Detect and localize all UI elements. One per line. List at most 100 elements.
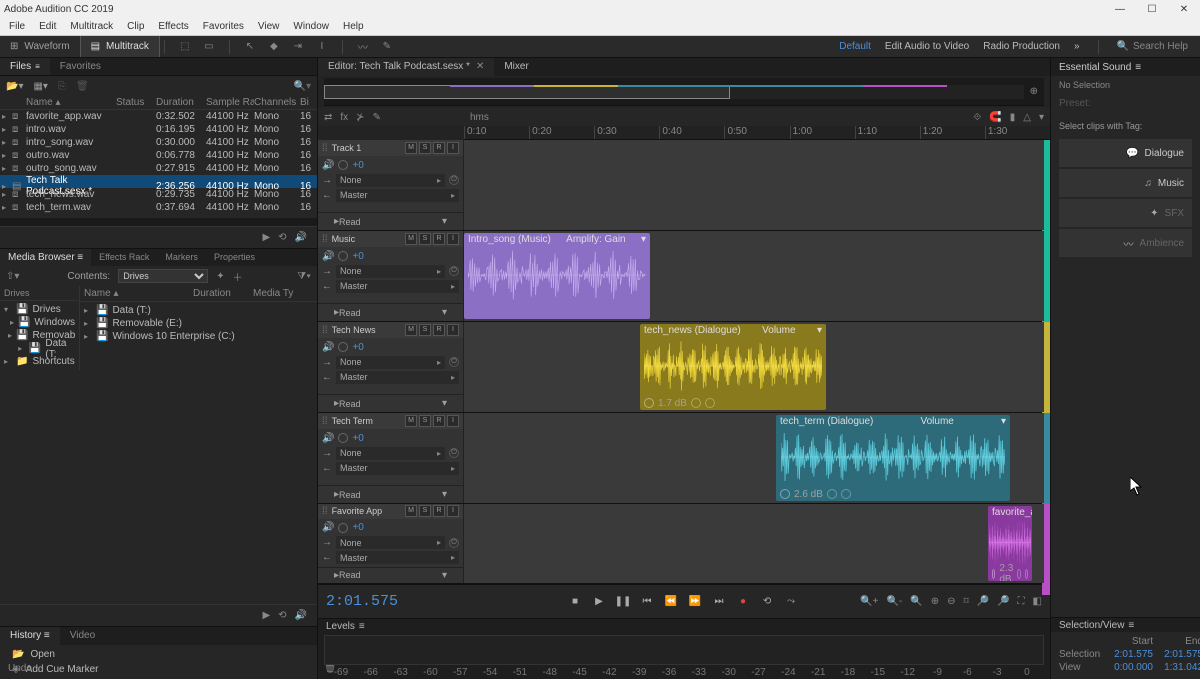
- env-icon[interactable]: ✎: [373, 112, 381, 123]
- go-start-button[interactable]: ⏮: [640, 595, 654, 609]
- menu-favorites[interactable]: Favorites: [196, 21, 251, 32]
- monitor-button[interactable]: I: [447, 142, 459, 154]
- track-name[interactable]: Music: [332, 234, 356, 244]
- track-grip-icon[interactable]: ⁞⁞: [322, 506, 328, 517]
- files-scrollbar[interactable]: [0, 218, 317, 226]
- col-rate[interactable]: Sample Rate: [206, 97, 254, 108]
- tag-dialogue[interactable]: 💬Dialogue: [1059, 139, 1192, 167]
- file-row[interactable]: ▸ ⧈ intro.wav 0:16.195 44100 Hz Mono 16: [0, 123, 317, 136]
- zoom-in-time-icon[interactable]: 🔍+: [860, 596, 878, 607]
- fx-icon[interactable]: fx: [340, 112, 348, 123]
- automation-mode-select[interactable]: Read: [339, 570, 442, 580]
- timecode[interactable]: 2:01.575: [326, 593, 398, 610]
- volume-knob[interactable]: [338, 523, 348, 533]
- autoplay-icon[interactable]: 🔊: [295, 610, 307, 621]
- monitor-button[interactable]: I: [447, 415, 459, 427]
- fx-select[interactable]: None▸: [336, 174, 445, 187]
- tree-shortcuts[interactable]: ▸📁Shortcuts: [4, 355, 75, 368]
- move-tool-icon[interactable]: ↖: [242, 39, 258, 55]
- send-icon[interactable]: ⊁: [356, 112, 364, 123]
- close-file-icon[interactable]: 🗑: [76, 81, 89, 92]
- tool-rectangle-icon[interactable]: ▭: [201, 39, 217, 55]
- metronome-icon[interactable]: △: [1023, 112, 1031, 123]
- menu-file[interactable]: File: [2, 21, 32, 32]
- loop-preview-icon[interactable]: ⟲: [278, 610, 286, 621]
- col-channels[interactable]: Channels: [254, 97, 300, 108]
- automation-mode-select[interactable]: Read: [339, 308, 442, 318]
- menu-clip[interactable]: Clip: [120, 21, 151, 32]
- tag-music[interactable]: ♫Music: [1059, 169, 1192, 197]
- clip-fx-icon[interactable]: [691, 398, 701, 408]
- col-name[interactable]: Name ▴: [84, 288, 193, 299]
- fx-power-icon[interactable]: ⏻: [449, 538, 459, 548]
- loop-preview-icon[interactable]: ⟲: [278, 232, 286, 243]
- track-lane[interactable]: [464, 140, 1044, 230]
- volume-value[interactable]: +0: [352, 251, 363, 262]
- minimize-button[interactable]: —: [1108, 4, 1132, 15]
- volume-knob[interactable]: [338, 342, 348, 352]
- clip-speech-icon[interactable]: [705, 398, 715, 408]
- selection-end[interactable]: 2:01.575: [1153, 649, 1200, 662]
- tab-media-browser[interactable]: Media Browser ≡: [0, 249, 91, 266]
- track-name[interactable]: Track 1: [332, 143, 362, 153]
- tree-drives[interactable]: ▾💾Drives: [4, 303, 75, 316]
- levels-meter[interactable]: [324, 635, 1044, 665]
- razor-tool-icon[interactable]: ◆: [266, 39, 282, 55]
- history-item[interactable]: 📂Open: [0, 647, 317, 662]
- file-row[interactable]: ▸ ▤ Tech Talk Podcast.sesx * 2:36.256 44…: [0, 175, 317, 188]
- panel-menu-icon[interactable]: ≡: [359, 621, 365, 632]
- overview-strip[interactable]: ⊕: [324, 78, 1044, 106]
- ruler-dropdown-icon[interactable]: ▾: [1039, 112, 1044, 123]
- fx-power-icon[interactable]: ⏻: [449, 175, 459, 185]
- workspace-more-icon[interactable]: »: [1074, 41, 1080, 52]
- zoom-sel-icon[interactable]: ⌑: [964, 596, 969, 607]
- record-arm-button[interactable]: R: [433, 505, 445, 517]
- track-name[interactable]: Tech Term: [332, 416, 373, 426]
- volume-value[interactable]: +0: [352, 433, 363, 444]
- add-icon[interactable]: ＋: [233, 269, 243, 284]
- audio-clip[interactable]: tech_term (Dialogue)Volume ▾ 2.6 dB: [776, 415, 1010, 501]
- snap-toggle-icon[interactable]: 🧲: [989, 112, 1001, 123]
- tab-files[interactable]: Files≡: [0, 58, 50, 75]
- mute-button[interactable]: M: [405, 505, 417, 517]
- filter-icon[interactable]: 🔍▾: [294, 81, 311, 92]
- search-help[interactable]: 🔍 Search Help: [1117, 41, 1188, 52]
- file-row[interactable]: ▸ ⧈ tech_term.wav 0:37.694 44100 Hz Mono…: [0, 201, 317, 214]
- tag-sfx[interactable]: ✦SFX: [1059, 199, 1192, 227]
- playhead-icon[interactable]: ▮: [1010, 112, 1016, 123]
- volume-value[interactable]: +0: [352, 160, 363, 171]
- expand-arrow-icon[interactable]: ▸: [2, 112, 12, 121]
- fx-power-icon[interactable]: ⏻: [449, 448, 459, 458]
- filter-funnel-icon[interactable]: ⧩▾: [297, 271, 311, 282]
- col-mediatype[interactable]: Media Ty: [253, 288, 313, 299]
- volume-knob[interactable]: [338, 433, 348, 443]
- time-select-tool-icon[interactable]: I: [314, 39, 330, 55]
- maximize-button[interactable]: ☐: [1140, 4, 1164, 15]
- close-button[interactable]: ✕: [1172, 4, 1196, 15]
- up-folder-icon[interactable]: ⇧▾: [6, 271, 19, 282]
- expand-arrow-icon[interactable]: ▸: [2, 190, 12, 199]
- audio-clip[interactable]: favorite_app 2.3 dB: [988, 506, 1032, 581]
- zoom-out-point-icon[interactable]: 🔎: [997, 596, 1009, 607]
- view-start[interactable]: 0:00.000: [1103, 662, 1153, 675]
- tree-item[interactable]: ▸💾Windows 10 Enterprise (C:): [84, 330, 313, 343]
- tree-item[interactable]: ▸💾Removable (E:): [84, 317, 313, 330]
- contents-select[interactable]: Drives: [118, 269, 208, 283]
- clip-gain-knob[interactable]: [780, 489, 790, 499]
- expand-arrow-icon[interactable]: ▸: [2, 125, 12, 134]
- col-name[interactable]: Name ▴: [26, 97, 116, 108]
- play-preview-icon[interactable]: ▶: [262, 610, 270, 621]
- menu-effects[interactable]: Effects: [151, 21, 195, 32]
- volume-knob[interactable]: [338, 251, 348, 261]
- chevron-down-icon[interactable]: ▾: [442, 216, 447, 227]
- zoom-in-amp-icon[interactable]: ⊕: [931, 596, 939, 607]
- heal-tool-icon[interactable]: ✎: [379, 39, 395, 55]
- chevron-down-icon[interactable]: ▾: [442, 398, 447, 409]
- menu-edit[interactable]: Edit: [32, 21, 63, 32]
- output-select[interactable]: Master▸: [336, 551, 459, 564]
- track-lane[interactable]: favorite_app 2.3 dB: [464, 504, 1044, 583]
- workspace-edit-audio[interactable]: Edit Audio to Video: [885, 41, 969, 52]
- tab-history[interactable]: History ≡: [0, 627, 60, 645]
- panel-menu-icon[interactable]: ≡: [44, 630, 50, 641]
- clip-fx-icon[interactable]: [827, 489, 837, 499]
